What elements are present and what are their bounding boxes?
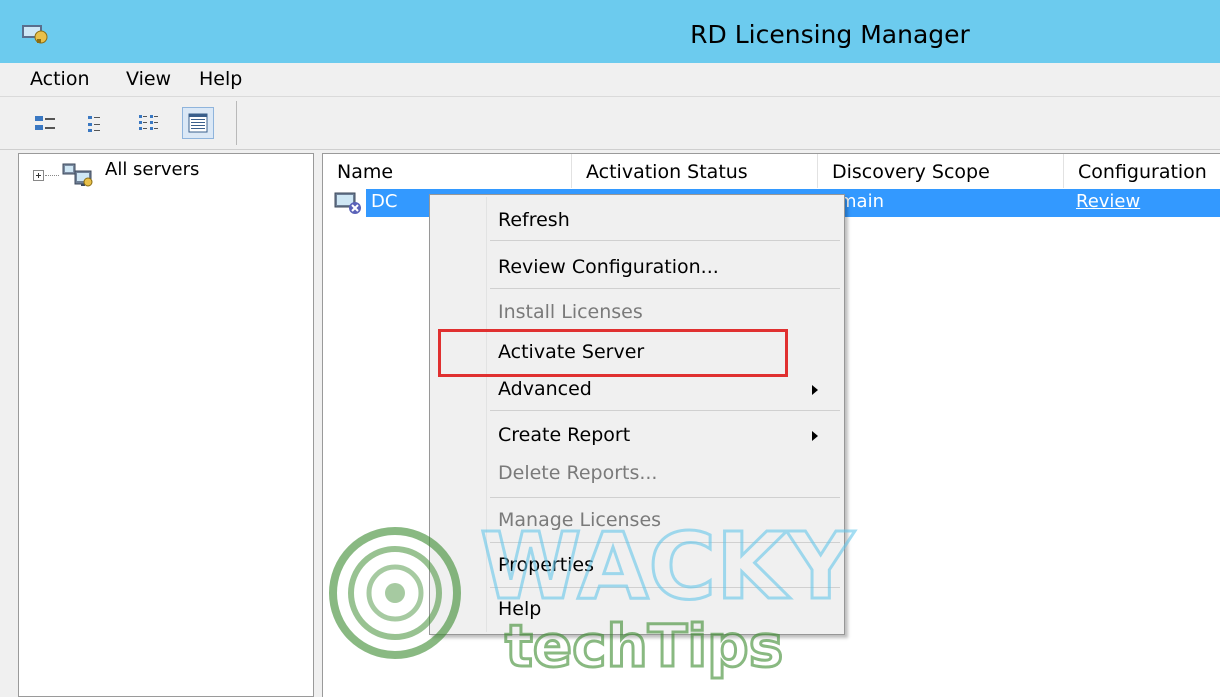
toolbar-separator xyxy=(236,101,237,145)
server-tree-pane: All servers xyxy=(18,153,314,697)
toolbar xyxy=(0,97,1220,150)
column-header-discovery-scope[interactable]: Discovery Scope xyxy=(818,154,1064,188)
tree-connector xyxy=(45,175,59,176)
menu-help[interactable]: Help xyxy=(199,63,242,96)
window-title: RD Licensing Manager xyxy=(690,20,970,49)
column-header-configuration[interactable]: Configuration xyxy=(1064,154,1220,188)
menu-view[interactable]: View xyxy=(126,63,171,96)
server-name-cell[interactable]: DC xyxy=(371,191,397,212)
small-icons-view-icon[interactable] xyxy=(80,107,112,139)
menu-separator xyxy=(490,240,840,241)
menu-item-refresh[interactable]: Refresh xyxy=(498,209,570,231)
menu-item-delete-reports: Delete Reports... xyxy=(498,462,658,484)
list-view-icon[interactable] xyxy=(133,107,165,139)
menu-separator xyxy=(490,288,840,289)
large-icons-view-icon[interactable] xyxy=(30,107,62,139)
submenu-arrow-icon xyxy=(812,385,818,395)
menu-item-help[interactable]: Help xyxy=(498,598,541,620)
configuration-review-link[interactable]: Review xyxy=(1076,191,1140,212)
details-view-icon[interactable] xyxy=(182,107,214,139)
column-header-activation-status[interactable]: Activation Status xyxy=(572,154,818,188)
tree-item-all-servers[interactable]: All servers xyxy=(105,159,199,180)
server-not-activated-icon xyxy=(334,192,361,214)
menu-item-manage-licenses: Manage Licenses xyxy=(498,509,662,531)
menu-action[interactable]: Action xyxy=(30,63,90,96)
servers-group-icon xyxy=(62,163,93,187)
menu-separator xyxy=(490,587,840,588)
title-bar: RD Licensing Manager xyxy=(0,0,1220,63)
menu-item-install-licenses: Install Licenses xyxy=(498,301,643,323)
menu-item-properties[interactable]: Properties xyxy=(498,554,594,576)
column-header-name[interactable]: Name xyxy=(323,154,572,188)
menu-item-advanced[interactable]: Advanced xyxy=(498,378,592,400)
menu-item-create-report[interactable]: Create Report xyxy=(498,424,630,446)
context-menu-gutter xyxy=(486,197,487,632)
menu-separator xyxy=(490,542,840,543)
menu-item-review-configuration[interactable]: Review Configuration... xyxy=(498,256,719,278)
menu-separator xyxy=(490,497,840,498)
context-menu: Refresh Review Configuration... Install … xyxy=(429,194,845,635)
menu-separator xyxy=(490,410,840,411)
menu-bar: Action View Help xyxy=(0,63,1220,97)
submenu-arrow-icon xyxy=(812,431,818,441)
annotation-highlight-box xyxy=(438,329,788,377)
expand-icon[interactable] xyxy=(33,170,44,181)
